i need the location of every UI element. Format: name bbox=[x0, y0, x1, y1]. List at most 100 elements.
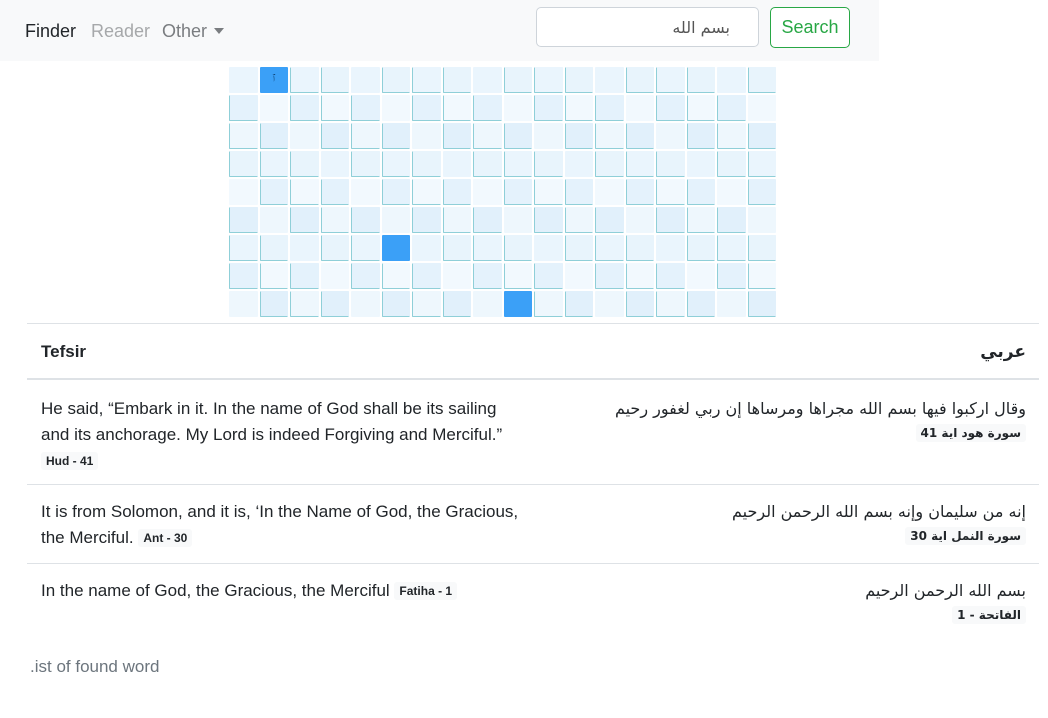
grid-cell[interactable] bbox=[351, 235, 380, 261]
grid-cell[interactable] bbox=[442, 207, 471, 233]
grid-cell[interactable] bbox=[412, 263, 441, 289]
grid-cell[interactable] bbox=[656, 151, 685, 177]
nav-reader-link[interactable]: Reader bbox=[91, 20, 150, 42]
grid-cell[interactable] bbox=[656, 123, 685, 149]
grid-cell[interactable] bbox=[259, 95, 288, 121]
grid-cell[interactable] bbox=[381, 123, 410, 149]
grid-cell[interactable] bbox=[686, 151, 715, 177]
grid-cell[interactable] bbox=[717, 151, 746, 177]
grid-cell[interactable] bbox=[534, 123, 563, 149]
grid-cell[interactable] bbox=[473, 123, 502, 149]
grid-cell[interactable] bbox=[656, 95, 685, 121]
grid-cell[interactable] bbox=[656, 67, 685, 93]
grid-cell[interactable] bbox=[412, 123, 441, 149]
grid-cell[interactable] bbox=[412, 151, 441, 177]
grid-cell[interactable] bbox=[656, 291, 685, 317]
grid-cell[interactable] bbox=[625, 291, 654, 317]
grid-cell[interactable] bbox=[717, 291, 746, 317]
grid-cell[interactable] bbox=[473, 263, 502, 289]
grid-cell[interactable] bbox=[229, 95, 258, 121]
grid-cell[interactable] bbox=[381, 235, 410, 261]
grid-cell[interactable] bbox=[717, 123, 746, 149]
grid-cell[interactable] bbox=[320, 151, 349, 177]
grid-cell[interactable] bbox=[656, 263, 685, 289]
grid-cell[interactable] bbox=[351, 151, 380, 177]
grid-cell[interactable] bbox=[686, 95, 715, 121]
grid-cell[interactable] bbox=[625, 151, 654, 177]
grid-cell[interactable] bbox=[290, 207, 319, 233]
grid-cell[interactable] bbox=[534, 67, 563, 93]
grid-cell[interactable] bbox=[259, 291, 288, 317]
grid-cell[interactable] bbox=[534, 207, 563, 233]
grid-cell[interactable] bbox=[290, 179, 319, 205]
grid-cell[interactable] bbox=[595, 179, 624, 205]
grid-cell[interactable] bbox=[625, 207, 654, 233]
grid-cell[interactable] bbox=[259, 123, 288, 149]
grid-cell[interactable]: ﭐ bbox=[259, 67, 288, 93]
grid-cell[interactable] bbox=[747, 291, 776, 317]
grid-cell[interactable] bbox=[381, 179, 410, 205]
grid-cell[interactable] bbox=[747, 95, 776, 121]
grid-cell[interactable] bbox=[290, 263, 319, 289]
grid-cell[interactable] bbox=[351, 95, 380, 121]
grid-cell[interactable] bbox=[351, 263, 380, 289]
grid-cell[interactable] bbox=[381, 95, 410, 121]
grid-cell[interactable] bbox=[503, 179, 532, 205]
grid-cell[interactable] bbox=[442, 235, 471, 261]
grid-cell[interactable] bbox=[595, 263, 624, 289]
grid-cell[interactable] bbox=[503, 67, 532, 93]
grid-cell[interactable] bbox=[534, 95, 563, 121]
grid-cell[interactable] bbox=[381, 151, 410, 177]
grid-cell[interactable] bbox=[442, 67, 471, 93]
nav-other-dropdown[interactable]: Other bbox=[162, 20, 225, 42]
grid-cell[interactable] bbox=[412, 179, 441, 205]
grid-cell[interactable] bbox=[747, 123, 776, 149]
grid-cell[interactable] bbox=[442, 291, 471, 317]
grid-cell[interactable] bbox=[320, 235, 349, 261]
grid-cell[interactable] bbox=[290, 151, 319, 177]
grid-cell[interactable] bbox=[686, 235, 715, 261]
grid-cell[interactable] bbox=[595, 151, 624, 177]
grid-cell[interactable] bbox=[534, 263, 563, 289]
grid-cell[interactable] bbox=[686, 207, 715, 233]
grid-cell[interactable] bbox=[717, 263, 746, 289]
grid-cell[interactable] bbox=[320, 291, 349, 317]
grid-cell[interactable] bbox=[473, 291, 502, 317]
grid-cell[interactable] bbox=[595, 67, 624, 93]
grid-cell[interactable] bbox=[259, 263, 288, 289]
grid-cell[interactable] bbox=[503, 123, 532, 149]
search-button[interactable]: Search bbox=[770, 7, 850, 48]
grid-cell[interactable] bbox=[351, 207, 380, 233]
grid-cell[interactable] bbox=[320, 95, 349, 121]
grid-cell[interactable] bbox=[320, 179, 349, 205]
grid-cell[interactable] bbox=[473, 235, 502, 261]
grid-cell[interactable] bbox=[473, 95, 502, 121]
grid-cell[interactable] bbox=[381, 291, 410, 317]
grid-cell[interactable] bbox=[656, 179, 685, 205]
grid-cell[interactable] bbox=[229, 151, 258, 177]
grid-cell[interactable] bbox=[229, 207, 258, 233]
grid-cell[interactable] bbox=[503, 235, 532, 261]
grid-cell[interactable] bbox=[564, 95, 593, 121]
grid-cell[interactable] bbox=[503, 291, 532, 317]
grid-cell[interactable] bbox=[625, 263, 654, 289]
grid-cell[interactable] bbox=[473, 67, 502, 93]
grid-cell[interactable] bbox=[259, 235, 288, 261]
nav-finder-link[interactable]: Finder bbox=[25, 20, 76, 42]
grid-cell[interactable] bbox=[229, 291, 258, 317]
grid-cell[interactable] bbox=[656, 235, 685, 261]
grid-cell[interactable] bbox=[259, 207, 288, 233]
grid-cell[interactable] bbox=[290, 67, 319, 93]
grid-cell[interactable] bbox=[686, 179, 715, 205]
grid-cell[interactable] bbox=[412, 235, 441, 261]
grid-cell[interactable] bbox=[564, 123, 593, 149]
grid-cell[interactable] bbox=[595, 291, 624, 317]
grid-cell[interactable] bbox=[747, 179, 776, 205]
grid-cell[interactable] bbox=[717, 95, 746, 121]
grid-cell[interactable] bbox=[442, 179, 471, 205]
grid-cell[interactable] bbox=[412, 207, 441, 233]
grid-cell[interactable] bbox=[717, 67, 746, 93]
grid-cell[interactable] bbox=[534, 179, 563, 205]
grid-cell[interactable] bbox=[229, 67, 258, 93]
grid-cell[interactable] bbox=[686, 123, 715, 149]
